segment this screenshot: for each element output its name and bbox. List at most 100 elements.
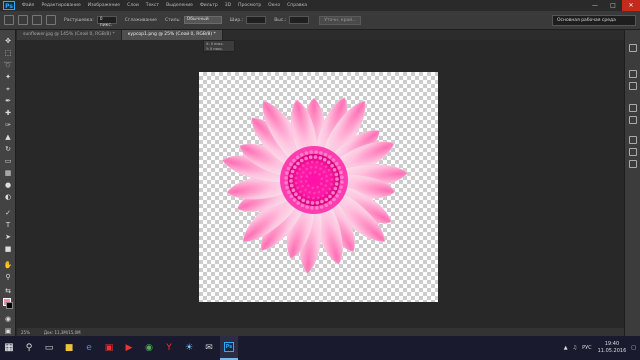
- photoshop-taskbar-icon[interactable]: Ps: [220, 336, 238, 360]
- menu-file[interactable]: Файл: [22, 3, 34, 8]
- eyedropper-tool-icon[interactable]: ✒: [3, 96, 13, 106]
- flower-stamen: [318, 173, 321, 176]
- document-canvas[interactable]: [199, 72, 438, 302]
- flower-stamen: [291, 188, 296, 192]
- flower-stamen: [302, 171, 305, 174]
- shape-tool-icon[interactable]: ■: [3, 244, 13, 254]
- workspace-select[interactable]: Основная рабочая среда: [552, 15, 636, 26]
- clock[interactable]: 19:40 11.05.2016: [598, 341, 627, 355]
- flower-stamen: [330, 178, 334, 181]
- paths-panel-icon[interactable]: [629, 160, 637, 168]
- gradient-tool-icon[interactable]: ▦: [3, 168, 13, 178]
- language-indicator[interactable]: РУС: [582, 345, 592, 351]
- flower-stamen: [304, 188, 307, 192]
- close-button[interactable]: ✕: [622, 0, 640, 11]
- refine-edge-button[interactable]: Уточн. край...: [319, 15, 362, 25]
- crop-tool-icon[interactable]: ⌖: [3, 84, 13, 94]
- layers-panel-icon[interactable]: [629, 136, 637, 144]
- menu-filter[interactable]: Фильтр: [200, 3, 218, 8]
- channels-panel-icon[interactable]: [629, 148, 637, 156]
- notifications-icon[interactable]: □: [631, 345, 636, 351]
- menu-layers[interactable]: Слои: [127, 3, 139, 8]
- yandex-icon[interactable]: Y: [160, 336, 178, 360]
- blur-tool-icon[interactable]: ●: [3, 180, 13, 190]
- tab-cursor1[interactable]: курсор1.png @ 25% (Слой 0, RGB/8) *: [121, 30, 223, 40]
- flower-stamen: [331, 158, 336, 162]
- minimize-button[interactable]: —: [586, 0, 604, 11]
- zoom-tool-icon[interactable]: ⚲: [3, 272, 13, 282]
- pen-tool-icon[interactable]: ✓: [3, 208, 13, 218]
- antialias-checkbox[interactable]: Сглаживание: [125, 18, 157, 23]
- zoom-level[interactable]: 25%: [21, 330, 30, 335]
- marquee-tool-icon[interactable]: ⬚: [3, 48, 13, 58]
- style-select[interactable]: Обычный: [183, 16, 222, 24]
- maximize-button[interactable]: □: [604, 0, 622, 11]
- flower-stamen: [301, 184, 304, 188]
- photoshop-icon: Ps: [224, 342, 234, 352]
- height-input[interactable]: [289, 16, 310, 24]
- canvas-area[interactable]: X: 0 пикс. Y: 0 пикс.: [17, 40, 624, 328]
- screen-mode-icon[interactable]: ▣: [3, 326, 13, 336]
- media-icon[interactable]: ▶: [120, 336, 138, 360]
- mail-icon[interactable]: ✉: [200, 336, 218, 360]
- task-view-icon[interactable]: ▭: [40, 336, 58, 360]
- flower-stamen: [325, 191, 328, 195]
- background-color-swatch[interactable]: [6, 302, 13, 309]
- brush-tool-icon[interactable]: ✑: [3, 120, 13, 130]
- healing-brush-tool-icon[interactable]: ✚: [3, 108, 13, 118]
- swap-colors-icon[interactable]: ⇆: [3, 286, 13, 296]
- adjustments-panel-icon[interactable]: [629, 104, 637, 112]
- windows-start-icon[interactable]: ▦: [0, 336, 18, 360]
- subtract-selection-icon[interactable]: [46, 15, 56, 25]
- flower-stamen: [299, 180, 303, 183]
- menu-edit[interactable]: Редактирование: [41, 3, 80, 8]
- flower-stamen: [335, 177, 339, 181]
- menu-image[interactable]: Изображение: [88, 3, 120, 8]
- marquee-tool-preset-icon[interactable]: [4, 15, 14, 25]
- color-panel-icon[interactable]: [629, 70, 637, 78]
- flower-stamen: [302, 193, 306, 197]
- new-selection-icon[interactable]: [18, 15, 28, 25]
- file-explorer-icon[interactable]: ■: [60, 336, 78, 360]
- menu-window[interactable]: Окно: [268, 3, 280, 8]
- magic-wand-tool-icon[interactable]: ✦: [3, 72, 13, 82]
- flower-stamen: [289, 179, 293, 183]
- menu-type[interactable]: Текст: [146, 3, 159, 8]
- menu-view[interactable]: Просмотр: [238, 3, 261, 8]
- clone-stamp-tool-icon[interactable]: ▲: [3, 132, 13, 142]
- tooltip-y: Y: 0 пикс.: [206, 46, 224, 51]
- tab-sunflower[interactable]: sunflower.jpg @ 145% (Слой 0, RGB/8) *: [17, 30, 122, 40]
- dodge-tool-icon[interactable]: ◐: [3, 192, 13, 202]
- store-icon[interactable]: ▣: [100, 336, 118, 360]
- flower-stamen: [296, 172, 299, 175]
- chrome-icon[interactable]: ◉: [140, 336, 158, 360]
- window-controls: — □ ✕: [586, 0, 640, 11]
- network-icon[interactable]: ▲: [564, 345, 568, 351]
- styles-panel-icon[interactable]: [629, 116, 637, 124]
- path-selection-tool-icon[interactable]: ➤: [3, 232, 13, 242]
- flower-stamen: [308, 191, 311, 194]
- eraser-tool-icon[interactable]: ▭: [3, 156, 13, 166]
- clock-time: 19:40: [604, 341, 620, 347]
- lasso-tool-icon[interactable]: ➰: [3, 60, 13, 70]
- history-panel-icon[interactable]: [629, 44, 637, 52]
- add-to-selection-icon[interactable]: [32, 15, 42, 25]
- history-brush-tool-icon[interactable]: ↻: [3, 144, 13, 154]
- volume-icon[interactable]: ♫: [573, 345, 577, 351]
- menu-select[interactable]: Выделение: [166, 3, 193, 8]
- type-tool-icon[interactable]: T: [3, 220, 13, 230]
- swatches-panel-icon[interactable]: [629, 82, 637, 90]
- menu-help[interactable]: Справка: [287, 3, 307, 8]
- photos-icon[interactable]: ☀: [180, 336, 198, 360]
- flower-stamen: [289, 162, 293, 166]
- hand-tool-icon[interactable]: ✋: [3, 260, 13, 270]
- document-size[interactable]: Док: 11,3М/15,0М: [44, 330, 81, 335]
- feather-input[interactable]: 0 пикс.: [96, 16, 117, 28]
- menu-3d[interactable]: 3D: [225, 3, 231, 8]
- flower-stamen: [325, 174, 328, 178]
- edge-icon[interactable]: e: [80, 336, 98, 360]
- quick-mask-icon[interactable]: ◉: [3, 314, 13, 324]
- search-icon[interactable]: ⚲: [20, 336, 38, 360]
- width-input[interactable]: [246, 16, 267, 24]
- move-tool-icon[interactable]: ✥: [3, 36, 13, 46]
